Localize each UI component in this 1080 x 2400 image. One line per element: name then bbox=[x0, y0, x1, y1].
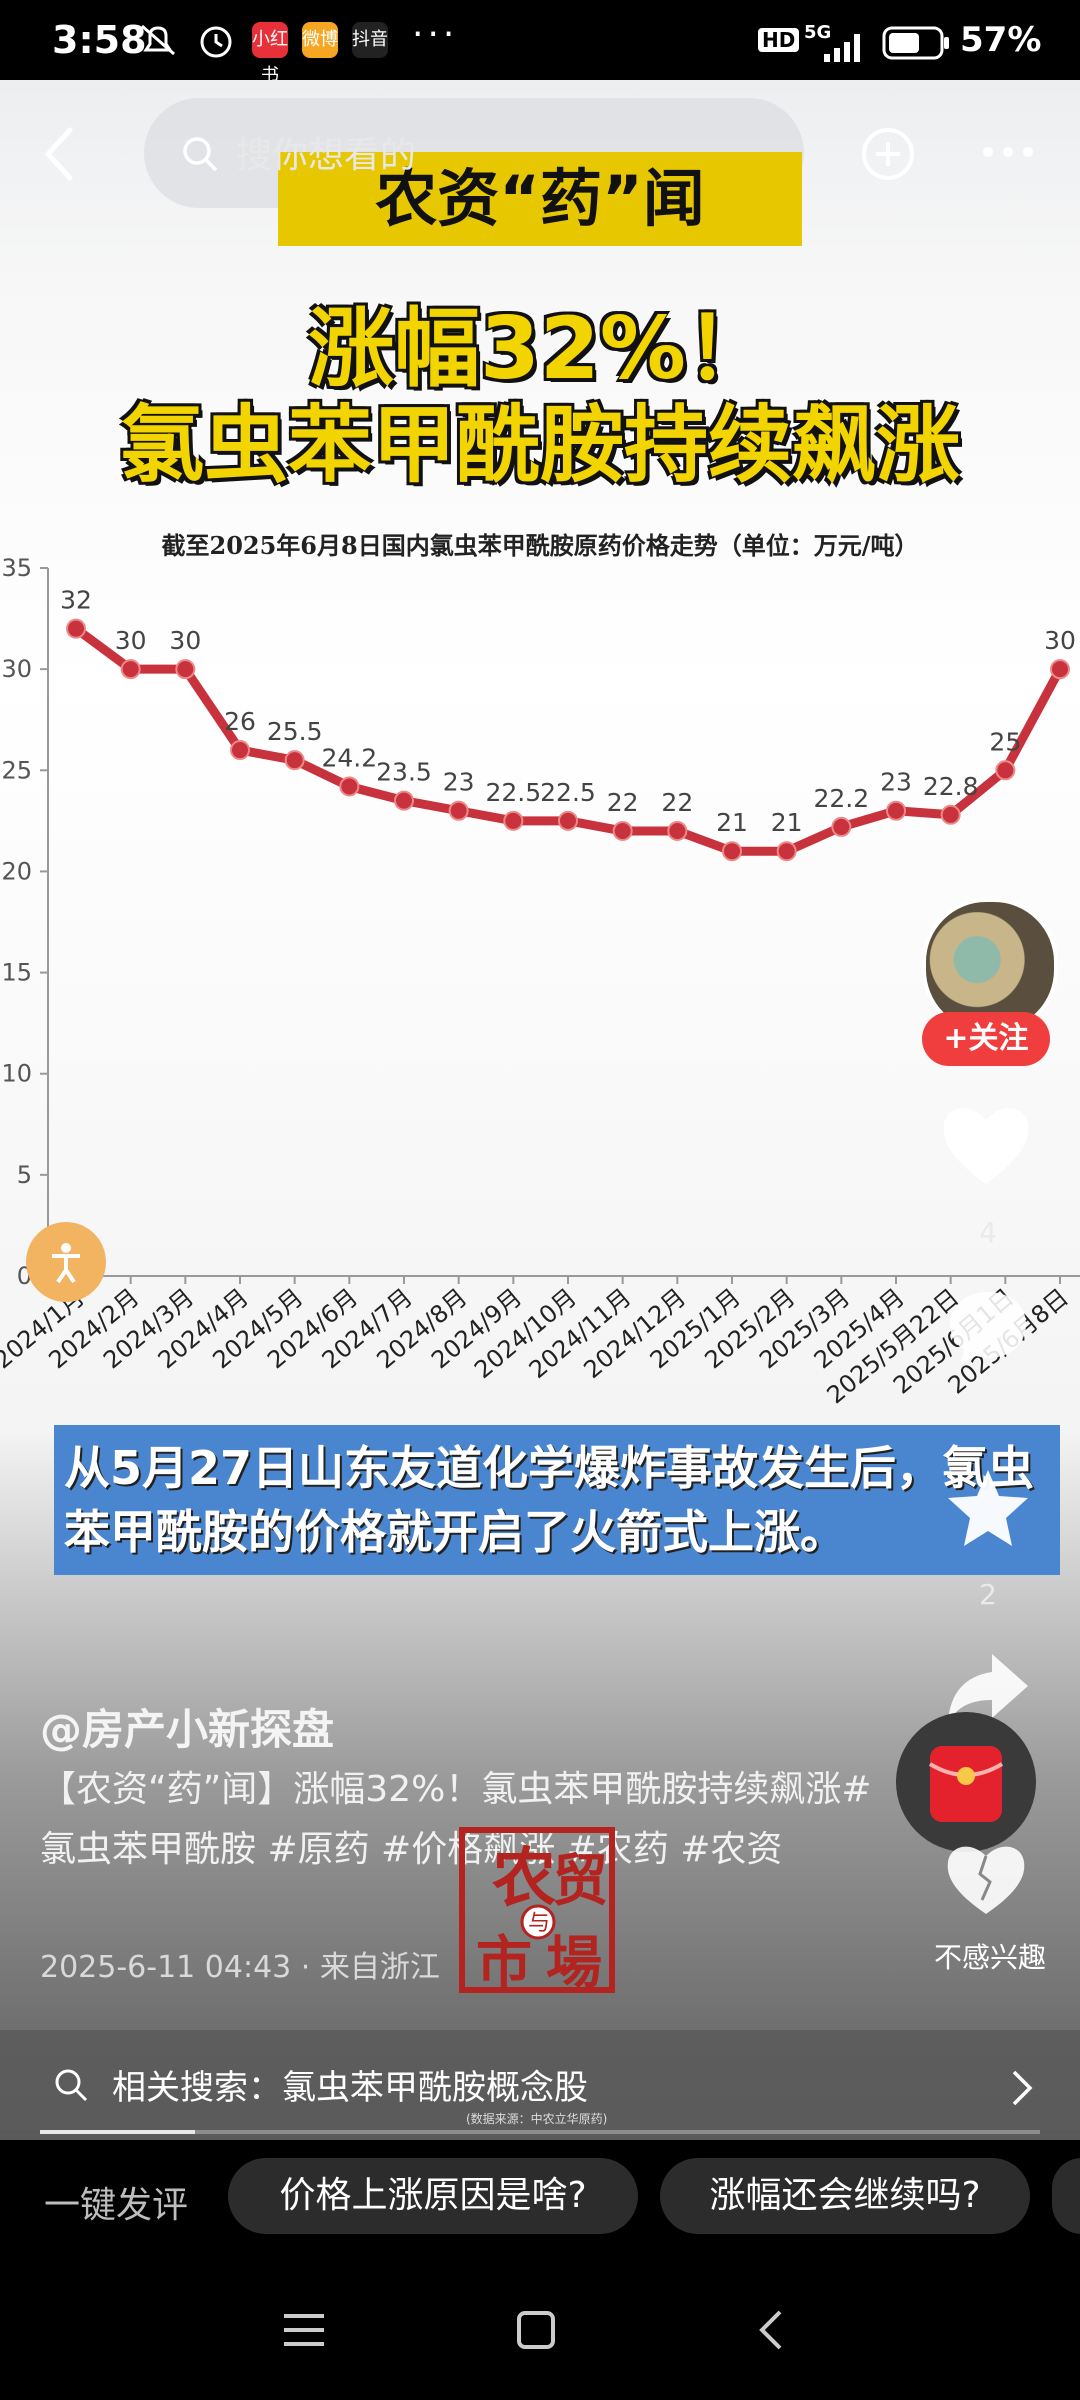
data-label: 26 bbox=[224, 707, 256, 736]
home-nav-icon[interactable] bbox=[516, 2310, 556, 2350]
meta-separator: · bbox=[300, 1950, 320, 1985]
data-point bbox=[776, 841, 797, 862]
data-point bbox=[339, 776, 360, 797]
data-label: 22.8 bbox=[923, 772, 979, 801]
video-progress-fill bbox=[40, 2130, 195, 2134]
mute-icon bbox=[141, 24, 175, 56]
weibo-app-icon: 微博 bbox=[302, 22, 338, 58]
data-point bbox=[886, 800, 906, 821]
data-point bbox=[175, 659, 196, 680]
data-point bbox=[995, 760, 1016, 781]
xiaohongshu-app-icon: 小红书 bbox=[252, 22, 288, 86]
data-point bbox=[1050, 659, 1070, 680]
status-time: 3:58 bbox=[52, 18, 147, 62]
y-tick-label: 25 bbox=[1, 756, 32, 784]
price-line-chart: 05101520253035 2024/1月2024/2月2024/3月2024… bbox=[0, 554, 1080, 1409]
y-tick-label: 15 bbox=[1, 959, 32, 987]
y-tick-label: 5 bbox=[17, 1161, 32, 1189]
data-label: 25 bbox=[989, 727, 1021, 756]
post-date: 2025-6-11 04:43 bbox=[40, 1950, 292, 1985]
y-tick-label: 35 bbox=[1, 554, 32, 582]
data-point bbox=[448, 800, 469, 821]
uninterested-label[interactable]: 不感兴趣 bbox=[910, 1936, 1070, 1976]
data-label: 23 bbox=[443, 768, 475, 797]
headline-line2: 氯虫苯甲酰胺持续飙涨 bbox=[119, 396, 960, 494]
data-label: 21 bbox=[771, 808, 803, 837]
related-search-icon bbox=[55, 2069, 88, 2102]
follow-button[interactable]: +关注 bbox=[922, 1012, 1050, 1066]
back-nav-icon[interactable] bbox=[756, 2308, 786, 2352]
data-label: 24.2 bbox=[321, 743, 377, 772]
data-label: 30 bbox=[115, 626, 147, 655]
douyin-app-icon: 抖音 bbox=[352, 22, 388, 58]
y-tick-label: 10 bbox=[1, 1060, 32, 1088]
data-point bbox=[831, 816, 852, 837]
post-location: 来自浙江 bbox=[319, 1950, 440, 1985]
hd-badge: HD bbox=[758, 28, 800, 52]
data-label: 25.5 bbox=[267, 717, 323, 746]
quick-comment-chip[interactable]: 涨幅还会继续吗? bbox=[660, 2158, 1030, 2234]
collect-count: 2 bbox=[979, 1578, 997, 1611]
data-label: 23 bbox=[880, 768, 912, 797]
chevron-right-icon[interactable] bbox=[1010, 2068, 1034, 2108]
nongmao-seal-logo: 农 贸 与 市 場 bbox=[459, 1827, 615, 1996]
y-tick-label: 30 bbox=[1, 655, 32, 683]
favorite-star-icon[interactable] bbox=[944, 1466, 1032, 1550]
data-point bbox=[284, 750, 305, 771]
data-point bbox=[230, 740, 250, 761]
data-label: 30 bbox=[169, 626, 201, 655]
search-placeholder: 搜你想看的 bbox=[236, 135, 417, 176]
battery-level: 57% bbox=[960, 20, 1042, 60]
menu-nav-icon[interactable] bbox=[284, 2312, 324, 2348]
data-label: 22 bbox=[661, 788, 693, 817]
quick-comment-prompt[interactable]: 一键发评 bbox=[44, 2176, 188, 2228]
alarm-icon bbox=[200, 26, 232, 58]
data-point bbox=[667, 820, 688, 841]
author-name[interactable]: @房产小新探盘 bbox=[40, 1696, 334, 1757]
accessibility-icon bbox=[52, 1243, 80, 1284]
data-point bbox=[66, 618, 86, 639]
more-options-icon[interactable] bbox=[980, 144, 1036, 160]
data-label: 22.5 bbox=[540, 778, 596, 807]
data-label: 22.2 bbox=[813, 784, 869, 813]
data-point bbox=[558, 810, 578, 831]
status-more-icon: ··· bbox=[412, 14, 459, 55]
data-label: 22 bbox=[607, 788, 639, 817]
data-point bbox=[503, 810, 524, 831]
uninterested-broken-heart-icon[interactable] bbox=[944, 1838, 1028, 1918]
svg-text:贸: 贸 bbox=[552, 1848, 608, 1914]
data-label: 22.5 bbox=[485, 778, 541, 807]
caption-text: 从5月27日山东友道化学爆炸事故发生后，氯虫苯甲酰胺的价格就开启了火箭式上涨。 bbox=[64, 1441, 1035, 1559]
back-arrow-icon[interactable] bbox=[40, 124, 80, 184]
add-circle-icon[interactable] bbox=[860, 126, 916, 182]
data-point bbox=[940, 804, 961, 825]
search-icon bbox=[183, 137, 218, 172]
related-search-label[interactable]: 相关搜索：氯虫苯甲酰胺概念股 bbox=[112, 2060, 588, 2109]
svg-text:市: 市 bbox=[476, 1930, 532, 1996]
data-point bbox=[612, 820, 633, 841]
signal-icon bbox=[824, 34, 860, 62]
quick-comment-chip[interactable]: 价格上涨原因是啥? bbox=[228, 2158, 638, 2234]
post-meta: 2025-6-11 04:43 · 来自浙江 bbox=[40, 1942, 440, 1986]
data-source-note: (数据来源：中农立华原药) bbox=[466, 2112, 608, 2126]
data-label: 32 bbox=[60, 586, 92, 615]
data-label: 30 bbox=[1044, 626, 1076, 655]
data-label: 21 bbox=[716, 808, 748, 837]
comment-icon[interactable] bbox=[946, 1286, 1030, 1366]
red-packet-icon bbox=[928, 1746, 1004, 1822]
y-tick-label: 20 bbox=[1, 857, 32, 885]
data-label: 23.5 bbox=[376, 758, 432, 787]
like-heart-icon[interactable] bbox=[940, 1100, 1032, 1188]
like-count: 4 bbox=[979, 1216, 997, 1249]
battery-icon bbox=[882, 26, 949, 60]
data-point bbox=[394, 790, 414, 811]
svg-text:場: 場 bbox=[546, 1930, 602, 1996]
svg-text:农: 农 bbox=[492, 1841, 556, 1916]
data-point bbox=[120, 659, 141, 680]
data-point bbox=[722, 841, 742, 862]
